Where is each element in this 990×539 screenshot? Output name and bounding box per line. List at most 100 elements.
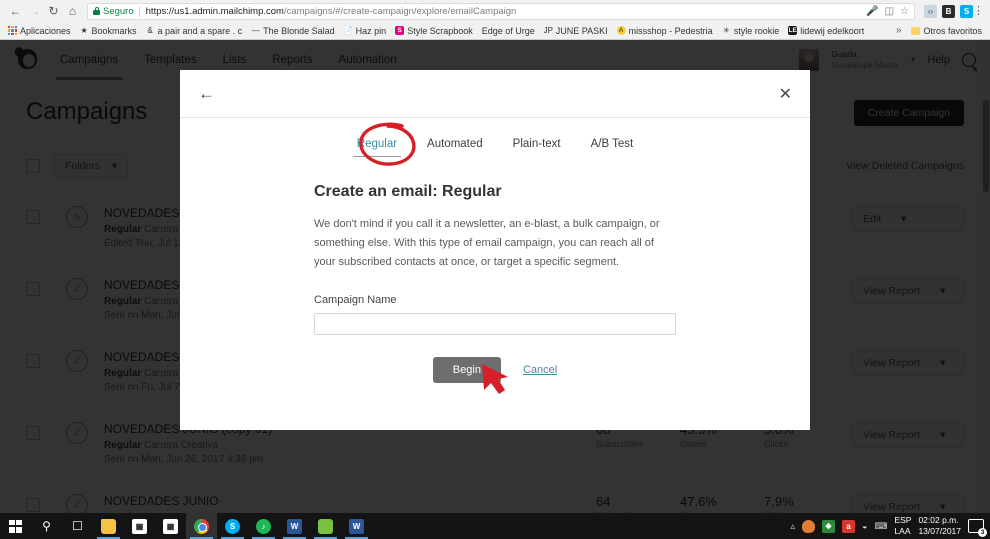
onedrive-icon[interactable] bbox=[802, 519, 815, 533]
url-path: /campaigns/#/create-campaign/explore/ema… bbox=[283, 5, 517, 17]
show-hidden-icons-chevron[interactable]: ▵ bbox=[790, 521, 795, 532]
extension-glyph: B bbox=[945, 6, 952, 16]
bookmark-aplicaciones[interactable]: Aplicaciones bbox=[5, 25, 74, 37]
modal-body: Create an email: Regular We don't mind i… bbox=[180, 157, 810, 430]
lang-bottom: LAA bbox=[894, 526, 911, 536]
create-campaign-modal: ← ✕ Regular Automated Plain-text A/B Tes… bbox=[180, 70, 810, 430]
bookmark-the-blonde-salad[interactable]: — The Blonde Salad bbox=[248, 25, 338, 37]
taskbar-google-chrome[interactable] bbox=[186, 513, 217, 539]
apps-grid-icon bbox=[8, 26, 17, 35]
windows-start-icon[interactable] bbox=[0, 513, 31, 539]
action-center-icon[interactable]: 3 bbox=[968, 519, 987, 537]
tab-regular[interactable]: Regular bbox=[352, 134, 402, 157]
bookmark-otros-favoritos[interactable]: Otros favoritos bbox=[908, 25, 985, 37]
browser-nav-bar: ← → ↻ ⌂ Seguro https://us1.admin.mailchi… bbox=[0, 0, 990, 22]
forward-arrow-icon[interactable]: → bbox=[25, 2, 44, 21]
bookmark-a-pair-and-a-spare[interactable]: & a pair and a spare . c bbox=[143, 25, 246, 37]
taskbar-file-explorer[interactable] bbox=[93, 513, 124, 539]
cancel-link[interactable]: Cancel bbox=[523, 364, 557, 376]
bookmark-bookmarks[interactable]: ★ Bookmarks bbox=[77, 25, 140, 37]
system-tray: ▵ ❖ a ◒ ⌨ ESP LAA 02:02 p.m. 13/07/2017 … bbox=[790, 515, 990, 537]
bookmark-label: JUNE PASKI bbox=[555, 25, 608, 36]
taskbar-spotify[interactable]: ♪ bbox=[248, 513, 279, 539]
bookmark-label: Otros favoritos bbox=[923, 25, 982, 36]
dropbox-icon[interactable]: ❖ bbox=[822, 519, 835, 533]
bookmark-label: Style Scrapbook bbox=[407, 25, 473, 36]
tab-plain-text[interactable]: Plain-text bbox=[509, 134, 565, 157]
bookmark-label: Edge of Urge bbox=[481, 25, 535, 36]
tab-label: Plain-text bbox=[512, 138, 561, 150]
bookmark-june-paski[interactable]: JP JUNE PASKI bbox=[541, 25, 611, 37]
bookmark-label: The Blonde Salad bbox=[263, 25, 335, 36]
campaign-name-label: Campaign Name bbox=[314, 293, 397, 306]
flower-icon: ✳ bbox=[722, 26, 730, 35]
clock-date: 13/07/2017 bbox=[918, 526, 961, 536]
taskbar-evernote[interactable] bbox=[310, 513, 341, 539]
tab-automated[interactable]: Automated bbox=[423, 134, 487, 157]
tab-label: Regular bbox=[356, 138, 398, 150]
microphone-icon[interactable]: 🎤 bbox=[866, 6, 878, 17]
star-icon: ★ bbox=[80, 26, 88, 35]
bookmark-star-icon[interactable]: ☆ bbox=[900, 6, 909, 17]
browser-chrome: ← → ↻ ⌂ Seguro https://us1.admin.mailchi… bbox=[0, 0, 990, 40]
home-icon[interactable]: ⌂ bbox=[63, 2, 82, 21]
extension-1-icon[interactable]: ‹› bbox=[924, 4, 937, 18]
bookmarks-overflow-button[interactable]: » bbox=[892, 25, 906, 36]
bookmark-label: lidewij edelkoort bbox=[800, 25, 865, 36]
taskbar-microsoft-store[interactable]: ▦ bbox=[124, 513, 155, 539]
address-bar[interactable]: Seguro https://us1.admin.mailchimp.com/c… bbox=[87, 2, 915, 20]
taskbar-calculator[interactable]: ▦ bbox=[155, 513, 186, 539]
lang-top: ESP bbox=[894, 514, 912, 525]
folder-icon bbox=[911, 26, 921, 35]
link-icon: — bbox=[251, 26, 260, 35]
taskbar-microsoft-word[interactable]: W bbox=[279, 513, 310, 539]
back-arrow-icon[interactable]: ← bbox=[198, 84, 215, 104]
extension-2-icon[interactable]: B bbox=[942, 4, 955, 18]
language-indicator[interactable]: ESP LAA bbox=[894, 515, 911, 537]
bookmark-style-scrapbook[interactable]: S Style Scrapbook bbox=[392, 25, 476, 37]
task-view-icon[interactable]: ☐ bbox=[62, 513, 93, 539]
tab-ab-test[interactable]: A/B Test bbox=[587, 134, 638, 157]
wifi-icon[interactable]: ◒ bbox=[862, 521, 867, 531]
extension-glyph: S bbox=[963, 6, 970, 16]
taskbar-search-icon[interactable]: ⚲ bbox=[31, 513, 62, 539]
extension-glyph: ‹› bbox=[927, 6, 934, 16]
reload-icon[interactable]: ↻ bbox=[44, 2, 63, 21]
begin-button[interactable]: Begin bbox=[432, 356, 501, 383]
extension-skype-icon[interactable]: S bbox=[960, 4, 973, 18]
ampersand-icon: & bbox=[147, 26, 153, 35]
secure-label: Seguro bbox=[103, 5, 134, 17]
bookmark-label: a pair and a spare . c bbox=[157, 25, 243, 36]
bookmark-label: Bookmarks bbox=[91, 25, 137, 36]
bookmark-missshop[interactable]: A missshop - Pedestria bbox=[614, 25, 716, 37]
taskbar-microsoft-word-2[interactable]: W bbox=[341, 513, 372, 539]
notification-count: 3 bbox=[978, 528, 987, 537]
bookmark-label: Haz pin bbox=[355, 25, 387, 36]
bookmark-label: Aplicaciones bbox=[20, 25, 71, 36]
clock[interactable]: 02:02 p.m. 13/07/2017 bbox=[918, 515, 961, 537]
tab-label: A/B Test bbox=[590, 138, 634, 150]
bookmark-style-rookie[interactable]: ✳ style rookie bbox=[719, 25, 783, 37]
tab-label: Automated bbox=[427, 138, 483, 150]
bookmark-label: style rookie bbox=[733, 25, 780, 36]
avast-icon[interactable]: a bbox=[842, 519, 855, 533]
bookmark-lidewij-edelkoort[interactable]: LE lidewij edelkoort bbox=[785, 25, 867, 37]
modal-actions: Begin Cancel bbox=[314, 356, 676, 383]
cast-icon[interactable]: ◫ bbox=[885, 6, 894, 17]
kebab-menu-icon[interactable]: ⋮ bbox=[973, 5, 984, 16]
keyboard-icon[interactable]: ⌨ bbox=[874, 521, 887, 532]
jp-icon: JP bbox=[543, 26, 553, 35]
back-arrow-icon[interactable]: ← bbox=[6, 2, 25, 21]
bookmark-edge-of-urge[interactable]: Edge of Urge bbox=[479, 25, 538, 37]
screen: Campaigns Templates Lists Reports Automa… bbox=[0, 0, 990, 539]
campaign-name-input[interactable] bbox=[314, 312, 676, 335]
extension-icons: ‹› B S bbox=[920, 4, 973, 18]
clock-time: 02:02 p.m. bbox=[918, 514, 959, 525]
close-x-icon[interactable]: ✕ bbox=[779, 84, 792, 104]
taskbar-skype[interactable]: S bbox=[217, 513, 248, 539]
modal-header: ← ✕ bbox=[180, 70, 810, 118]
omnibox-actions: 🎤 ◫ ☆ bbox=[860, 6, 909, 17]
bookmark-haz-pin[interactable]: 📄 Haz pin bbox=[341, 25, 390, 37]
windows-taskbar: ⚲ ☐ ▦ ▦ S ♪ W W ▵ ❖ a ◒ ⌨ ESP LAA 02:02 … bbox=[0, 513, 990, 539]
s-square-icon: S bbox=[395, 26, 405, 35]
